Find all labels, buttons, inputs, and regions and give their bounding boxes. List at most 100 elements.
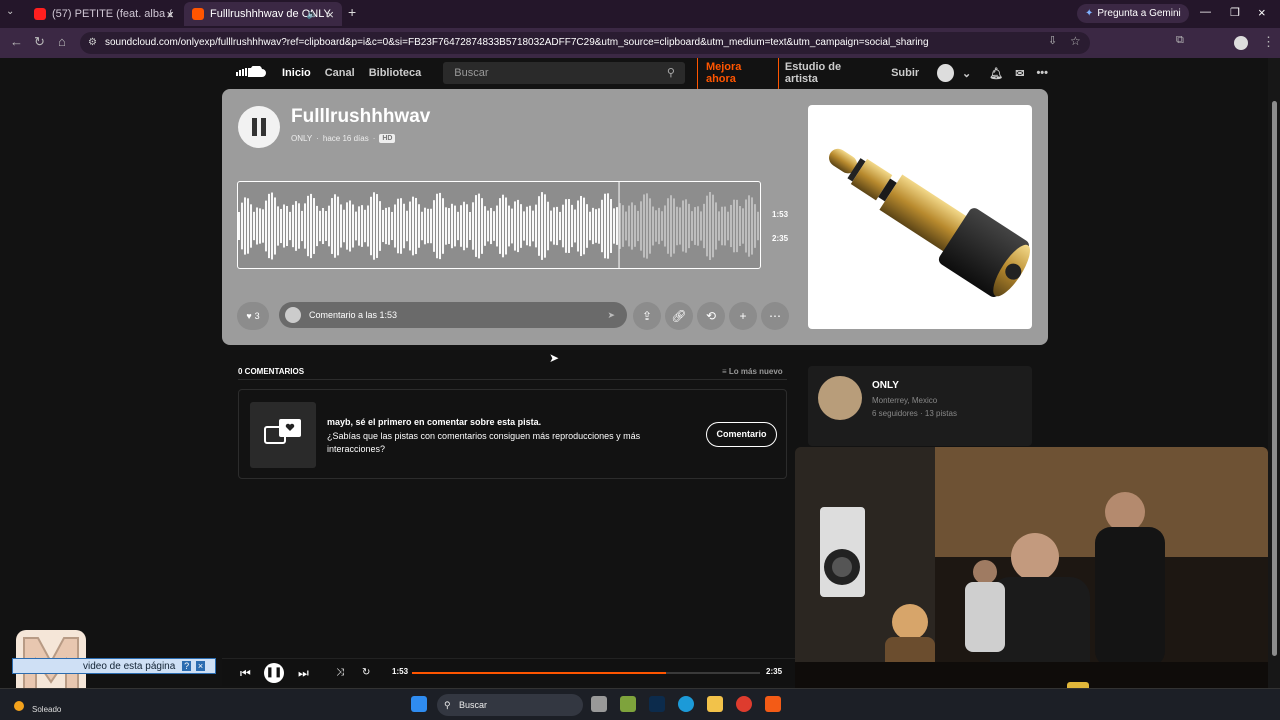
waveform-bar: [409, 201, 411, 251]
waveform-bar: [679, 207, 681, 245]
windows-start-icon[interactable]: [411, 696, 427, 712]
tab-soundcloud[interactable]: Fulllrushhhwav de ONLY 🔈 ×: [184, 2, 342, 26]
taskbar-search[interactable]: ⚲ Buscar: [437, 694, 583, 716]
next-track-icon[interactable]: ⏭: [298, 666, 309, 681]
waveform[interactable]: [237, 181, 761, 269]
app-icon[interactable]: [620, 696, 636, 712]
artist-name[interactable]: ONLY: [872, 380, 899, 391]
reload-icon[interactable]: ↻: [34, 34, 45, 50]
page-scrollbar[interactable]: [1268, 58, 1280, 688]
waveform-bar: [352, 204, 354, 248]
file-explorer-icon[interactable]: [707, 696, 723, 712]
close-tab-icon[interactable]: ×: [326, 7, 334, 22]
waveform-bar: [457, 211, 459, 241]
waveform-bar: [529, 205, 531, 247]
search-input[interactable]: Buscar ⚲: [443, 62, 685, 84]
minimize-icon[interactable]: —: [1200, 6, 1211, 18]
send-comment-icon[interactable]: ➤: [607, 302, 615, 328]
site-info-icon[interactable]: ⚙: [88, 32, 97, 54]
soundcloud-logo-icon[interactable]: [236, 64, 268, 80]
install-icon[interactable]: ⇩: [1048, 34, 1057, 47]
home-icon[interactable]: ⌂: [58, 34, 66, 49]
notifications-bell-icon[interactable]: 🔔︎: [989, 67, 1003, 80]
maximize-icon[interactable]: ❐: [1230, 6, 1240, 19]
translate-bar[interactable]: video de esta página ? ×: [12, 658, 216, 674]
repeat-icon[interactable]: ↻: [362, 667, 370, 678]
search-icon[interactable]: ⚲: [667, 62, 675, 84]
track-actions: ♥ 3 Comentario a las 1:53 ➤ ⇪ 🔗︎ ⟲ + ⋯: [237, 302, 789, 330]
gemini-button[interactable]: ✦ Pregunta a Gemini: [1077, 4, 1189, 23]
comment-button[interactable]: Comentario: [706, 422, 777, 447]
upgrade-button[interactable]: Mejora ahora: [696, 58, 779, 91]
photoshop-icon[interactable]: [649, 696, 665, 712]
tab-youtube[interactable]: (57) PETITE (feat. alba & billion ×: [26, 2, 182, 26]
waveform-bar: [517, 199, 519, 253]
more-options-button[interactable]: ⋯: [761, 302, 789, 330]
waveform-bar: [238, 212, 240, 240]
waveform-bar: [547, 201, 549, 251]
track-artist-link[interactable]: ONLY: [291, 134, 312, 143]
pause-button[interactable]: [238, 106, 280, 148]
comment-placeholder: Comentario a las 1:53: [309, 310, 398, 320]
sort-comments-button[interactable]: ≡ Lo más nuevo: [722, 367, 783, 376]
tab-search-chevron-icon[interactable]: ⌄: [6, 6, 14, 17]
empty-comments-body: ¿Sabías que las pistas con comentarios c…: [327, 431, 641, 454]
messages-icon[interactable]: ✉: [1015, 67, 1024, 80]
upload-link[interactable]: Subir: [891, 67, 919, 79]
nav-library[interactable]: Biblioteca: [369, 67, 422, 79]
waveform-bar: [688, 203, 690, 249]
speaker-icon[interactable]: 🔈: [307, 9, 318, 20]
nav-home[interactable]: Inicio: [282, 67, 311, 79]
waveform-bar: [394, 204, 396, 248]
like-button[interactable]: ♥ 3: [237, 302, 269, 330]
url-field[interactable]: ⚙ soundcloud.com/onlyexp/fulllrushhhwav?…: [80, 32, 1090, 54]
mouse-cursor-icon: ➤: [549, 351, 560, 365]
repost-button[interactable]: ⟲: [697, 302, 725, 330]
waveform-bar: [541, 192, 543, 260]
waveform-bar: [751, 197, 753, 255]
waveform-bar: [652, 206, 654, 246]
artist-stats: 6 seguidores · 13 pistas: [872, 409, 957, 418]
share-button[interactable]: ⇪: [633, 302, 661, 330]
profile-avatar[interactable]: [1234, 36, 1248, 50]
player-progress[interactable]: [412, 672, 760, 674]
back-icon[interactable]: ←: [10, 34, 23, 49]
bookmark-star-icon[interactable]: ☆: [1070, 34, 1081, 48]
new-tab-icon[interactable]: +: [348, 4, 356, 20]
artist-avatar[interactable]: [818, 376, 862, 420]
waveform-bar: [418, 204, 420, 248]
waveform-bar: [634, 205, 636, 247]
waveform-bar: [346, 202, 348, 250]
close-icon[interactable]: ×: [195, 661, 206, 671]
brave-icon[interactable]: [765, 696, 781, 712]
waveform-bar: [739, 206, 741, 246]
shuffle-icon[interactable]: ⤨: [336, 667, 344, 678]
copy-link-button[interactable]: 🔗︎: [665, 302, 693, 330]
waveform-bar: [439, 192, 441, 260]
edge-icon[interactable]: [678, 696, 694, 712]
previous-track-icon[interactable]: ⏮: [240, 666, 251, 681]
close-tab-icon[interactable]: ×: [166, 7, 174, 22]
extensions-icon[interactable]: ⧉: [1176, 34, 1184, 47]
chevron-down-icon[interactable]: ⌄: [962, 67, 971, 80]
track-age: hace 16 días: [322, 134, 369, 143]
chrome-icon[interactable]: [736, 696, 752, 712]
scrollbar-thumb[interactable]: [1272, 101, 1277, 656]
more-menu-icon[interactable]: •••: [1036, 67, 1048, 79]
add-to-playlist-button[interactable]: +: [729, 302, 757, 330]
weather-label: Soleado: [32, 705, 62, 714]
user-avatar[interactable]: [937, 64, 955, 82]
task-view-icon[interactable]: [591, 696, 607, 712]
waveform-bar: [487, 210, 489, 242]
pause-button[interactable]: ❚❚: [264, 663, 284, 683]
waveform-bar: [331, 198, 333, 254]
waveform-bar: [592, 207, 594, 245]
artist-studio-link[interactable]: Estudio de artista: [785, 61, 871, 85]
help-icon[interactable]: ?: [182, 661, 192, 671]
comment-input[interactable]: Comentario a las 1:53 ➤: [279, 302, 627, 328]
menu-dots-icon[interactable]: ⋮: [1262, 34, 1275, 50]
nav-feed[interactable]: Canal: [325, 67, 355, 79]
waveform-bar: [253, 211, 255, 241]
close-window-icon[interactable]: ×: [1258, 5, 1266, 20]
waveform-bar: [550, 210, 552, 242]
